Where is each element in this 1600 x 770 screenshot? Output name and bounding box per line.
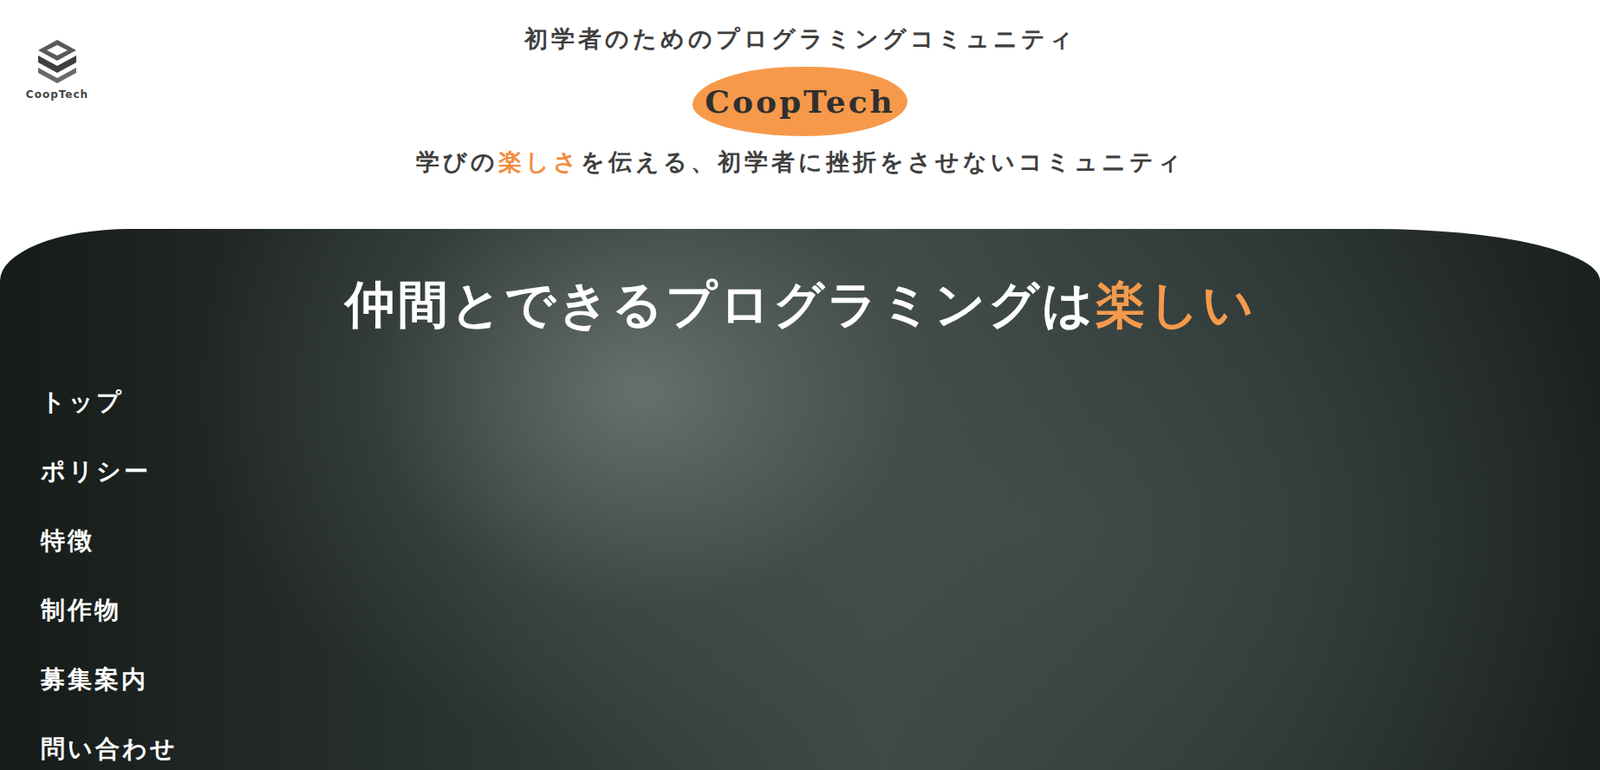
nav-item[interactable]: ポリシー [40,454,151,489]
logo-text[interactable]: CoopTech [26,86,89,103]
tagline: 初学者のためのプログラミングコミュニティ [524,23,1077,55]
nav-item[interactable]: 募集案内 [40,662,149,697]
text-part: 仲間とできるプログラミングは [344,274,1096,334]
text-part: 学びの [416,148,499,176]
nav-item[interactable]: トップ [40,384,124,420]
highlight-text: 楽しさ [498,148,581,176]
text-part: を伝える、初学者に挫折をさせないコミュニティ [580,148,1185,176]
brand-title: CoopTech [692,66,908,137]
hero-section: 仲間とできるプログラミングは楽しい トップポリシー特徴制作物募集案内問い合わせ [0,228,1600,770]
side-nav: トップポリシー特徴制作物募集案内問い合わせ [0,335,1600,767]
nav-item[interactable]: 問い合わせ [40,731,178,767]
nav-item[interactable]: 制作物 [40,592,122,628]
site-header: CoopTech 初学者のためのプログラミングコミュニティ CoopTech 学… [0,0,1600,229]
logo[interactable]: CoopTech [0,0,87,229]
highlight-text: 楽しい [1095,274,1256,334]
subtitle: 学びの楽しさを伝える、初学者に挫折をさせないコミュニティ [416,146,1185,178]
nav-item[interactable]: 特徴 [40,523,95,559]
hero-title: 仲間とできるプログラミングは楽しい [0,228,1600,336]
cube-logo-icon [34,38,80,84]
